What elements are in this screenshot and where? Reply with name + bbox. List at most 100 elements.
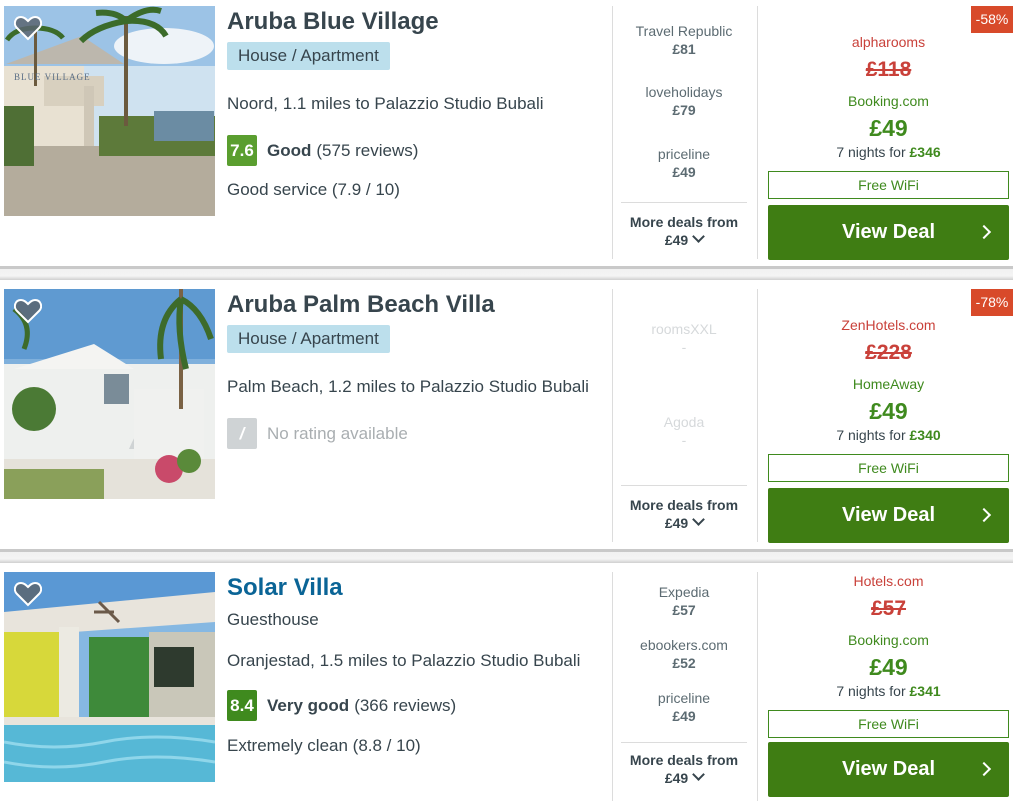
old-price: £118 (865, 58, 912, 81)
heart-icon[interactable] (14, 298, 42, 324)
rating-score: 7.6 (227, 135, 257, 166)
old-price: £228 (865, 341, 912, 364)
hotel-card: Solar Villa Guesthouse Oranjestad, 1.5 m… (0, 566, 1013, 801)
rating-score: / (227, 418, 257, 449)
chevron-down-icon (692, 513, 706, 526)
no-rating-text: No rating available (267, 423, 408, 443)
deal-price: £52 (672, 655, 696, 671)
total-stay-price: 7 nights for £341 (836, 683, 941, 699)
discount-badge: -58% (971, 6, 1013, 33)
deal-provider: Travel Republic (635, 23, 733, 39)
deal-item[interactable]: Expedia £57 (621, 584, 747, 618)
view-deal-button[interactable]: View Deal (768, 742, 1009, 797)
divider (612, 572, 613, 801)
more-deals-label: More deals from (629, 752, 739, 768)
deal-provider: priceline (657, 146, 711, 162)
hotel-photo[interactable] (4, 572, 215, 782)
divider (612, 289, 613, 542)
deal-item[interactable]: loveholidays £79 (621, 84, 747, 118)
hotel-photo[interactable]: BLUE VILLAGE (4, 6, 215, 216)
deal-provider: loveholidays (645, 84, 723, 100)
view-deal-button[interactable]: View Deal (768, 488, 1009, 543)
card-separator (0, 266, 1013, 280)
more-deals-price: £49 (664, 770, 689, 786)
divider (757, 572, 758, 801)
deal-provider: Expedia (658, 584, 710, 600)
sub-rating: Extremely clean (8.8 / 10) (227, 736, 421, 755)
best-deal-provider[interactable]: Booking.com (768, 93, 1009, 109)
chevron-down-icon (692, 768, 706, 781)
more-deals-button[interactable]: More deals from £49 (621, 213, 747, 249)
old-price-provider[interactable]: ZenHotels.com (768, 317, 1009, 333)
view-deal-label: View Deal (841, 758, 936, 780)
divider (757, 289, 758, 542)
deal-item: roomsXXL - (621, 321, 747, 355)
best-deal-price[interactable]: £49 (768, 398, 1009, 425)
deal-item[interactable]: priceline £49 (621, 690, 747, 724)
hotel-name[interactable]: Aruba Palm Beach Villa (227, 291, 495, 319)
heart-icon[interactable] (14, 15, 42, 41)
divider (621, 742, 747, 743)
free-wifi-tag: Free WiFi (768, 171, 1009, 199)
deal-item[interactable]: Travel Republic £81 (621, 23, 747, 57)
divider (757, 6, 758, 259)
deal-provider: ebookers.com (640, 637, 728, 653)
total-stay-price: 7 nights for £340 (836, 427, 941, 443)
deal-price: £57 (672, 602, 696, 618)
hotel-location: Noord, 1.1 miles to Palazzio Studio Buba… (227, 94, 544, 113)
best-deal-provider[interactable]: HomeAway (768, 376, 1009, 392)
rating-word: Very good (267, 695, 350, 715)
heart-icon[interactable] (14, 581, 42, 607)
deal-price: - (681, 339, 687, 355)
chevron-down-icon (692, 230, 706, 243)
best-deal-provider[interactable]: Booking.com (768, 632, 1009, 648)
view-deal-label: View Deal (841, 504, 936, 526)
free-wifi-tag: Free WiFi (768, 710, 1009, 738)
deal-provider: priceline (657, 690, 711, 706)
hotel-name[interactable]: Solar Villa (227, 574, 343, 602)
more-deals-price: £49 (664, 232, 689, 248)
deal-provider: Agoda (663, 414, 705, 430)
property-type-badge: House / Apartment (227, 42, 390, 70)
card-separator (0, 549, 1013, 563)
free-wifi-tag: Free WiFi (768, 454, 1009, 482)
chevron-right-icon (976, 224, 992, 240)
deal-price: £79 (672, 102, 696, 118)
hotel-photo[interactable] (4, 289, 215, 499)
deal-item[interactable]: ebookers.com £52 (621, 637, 747, 671)
hotel-card: Aruba Palm Beach Villa House / Apartment… (0, 283, 1013, 549)
rating-row: 8.4 Very good (366 reviews) (227, 690, 456, 721)
deal-price: £81 (672, 41, 696, 57)
more-deals-button[interactable]: More deals from £49 (621, 751, 747, 787)
deal-price: - (681, 432, 687, 448)
other-deals: roomsXXL - Agoda - More deals from £49 (621, 283, 747, 549)
more-deals-label: More deals from (629, 214, 739, 230)
deal-price: £49 (672, 164, 696, 180)
property-type-badge: House / Apartment (227, 325, 390, 353)
rating-row: / No rating available (227, 418, 408, 449)
property-type: Guesthouse (227, 610, 319, 629)
divider (621, 485, 747, 486)
best-deal-price[interactable]: £49 (768, 654, 1009, 681)
old-price-provider[interactable]: alpharooms (768, 34, 1009, 50)
deal-item: Agoda - (621, 414, 747, 448)
review-count[interactable]: (366 reviews) (354, 696, 456, 716)
other-deals: Travel Republic £81 loveholidays £79 pri… (621, 0, 747, 266)
old-price-provider[interactable]: Hotels.com (768, 573, 1009, 589)
more-deals-button[interactable]: More deals from £49 (621, 496, 747, 532)
rating-row: 7.6 Good (575 reviews) (227, 135, 418, 166)
chevron-right-icon (976, 761, 992, 777)
review-count[interactable]: (575 reviews) (316, 141, 418, 161)
more-deals-price: £49 (664, 515, 689, 531)
best-deal-price[interactable]: £49 (768, 115, 1009, 142)
sign-lettering: BLUE VILLAGE (14, 72, 91, 82)
discount-badge: -78% (971, 289, 1013, 316)
other-deals: Expedia £57 ebookers.com £52 priceline £… (621, 566, 747, 801)
chevron-right-icon (976, 507, 992, 523)
deal-item[interactable]: priceline £49 (621, 146, 747, 180)
view-deal-button[interactable]: View Deal (768, 205, 1009, 260)
hotel-location: Palm Beach, 1.2 miles to Palazzio Studio… (227, 377, 589, 396)
sub-rating: Good service (7.9 / 10) (227, 180, 400, 199)
hotel-name[interactable]: Aruba Blue Village (227, 8, 439, 36)
more-deals-label: More deals from (629, 497, 739, 513)
